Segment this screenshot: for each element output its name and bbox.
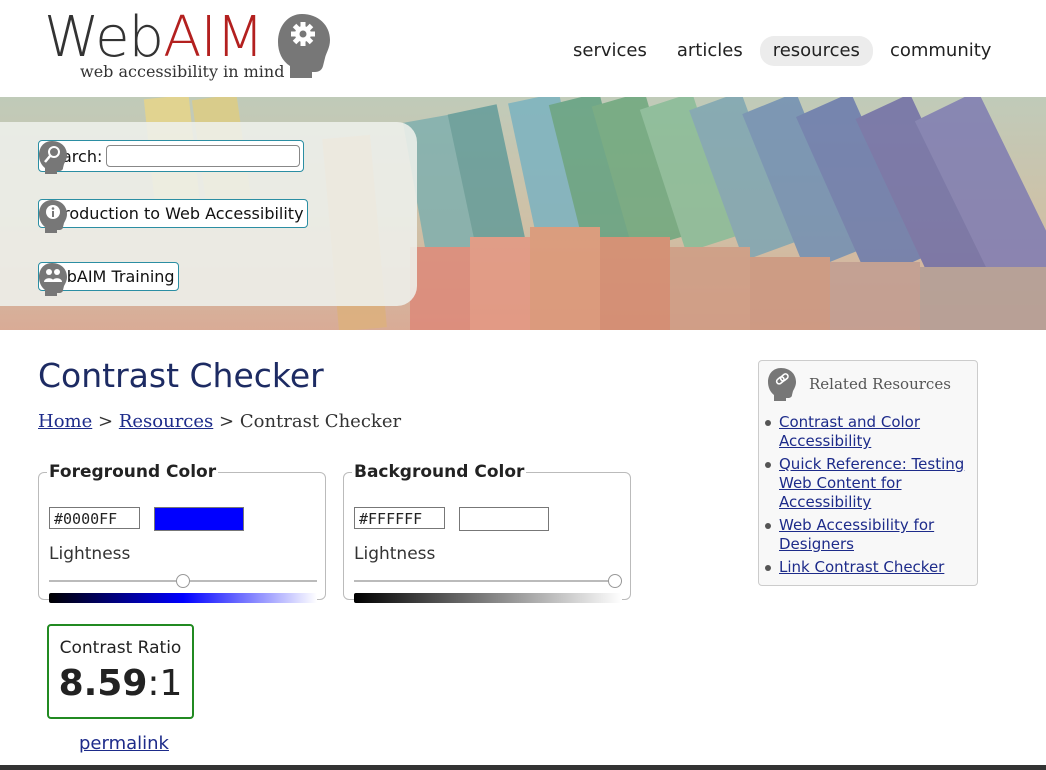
background-legend: Background Color [354,462,525,482]
related-link-contrast-color[interactable]: Contrast and Color Accessibility [779,413,920,450]
foreground-legend: Foreground Color [49,462,217,482]
foreground-lightness-slider[interactable] [176,574,190,588]
people-head-icon [39,263,67,296]
related-link-quick-reference[interactable]: Quick Reference: Testing Web Content for… [779,455,964,511]
quick-links-panel: Search: Introduction to Web Accessibilit… [0,122,417,306]
foreground-lightness-gradient [49,593,317,603]
related-link-link-contrast[interactable]: Link Contrast Checker [779,558,944,576]
background-color-picker[interactable] [459,507,549,531]
background-color-group: Background Color #FFFFFF Lightness [343,462,631,603]
contrast-ratio-value: 8.59:1 [58,663,183,704]
breadcrumb-separator: > [98,411,114,432]
gear-head-icon [278,14,330,78]
list-item: Quick Reference: Testing Web Content for… [763,455,971,512]
breadcrumb-resources[interactable]: Resources [119,411,213,432]
foreground-color-group: Foreground Color #0000FF Lightness [38,462,326,603]
search-row: Search: [38,140,305,174]
related-link-designers[interactable]: Web Accessibility for Designers [779,516,934,553]
related-resources-box: Related Resources Contrast and Color Acc… [758,360,978,586]
list-item: Contrast and Color Accessibility [763,413,971,451]
search-head-icon [39,141,67,174]
related-resources-header: Related Resources [767,367,951,401]
list-item: Link Contrast Checker [763,558,971,577]
background-lightness-track[interactable] [354,580,622,582]
contrast-ratio-box: Contrast Ratio 8.59:1 [47,624,194,719]
logo-tagline: web accessibility in mind [80,62,285,81]
training-row: WebAIM Training [38,262,179,296]
hero-banner: Search: Introduction to Web Accessibilit… [0,97,1046,330]
contrast-ratio-label: Contrast Ratio [59,638,182,658]
search-box: Search: [38,140,305,172]
webaim-logo[interactable]: WebAIM web accessibility in mind [44,8,334,88]
foreground-color-picker[interactable] [154,507,244,531]
link-head-icon [768,368,796,401]
search-input[interactable] [106,145,301,167]
logo-wordmark: WebAIM [44,5,264,70]
intro-row: Introduction to Web Accessibility [38,199,308,233]
nav-resources[interactable]: resources [759,36,873,66]
intro-link[interactable]: Introduction to Web Accessibility [38,199,308,228]
nav-services[interactable]: services [560,36,660,66]
foreground-lightness-label: Lightness [49,544,131,564]
nav-articles[interactable]: articles [664,36,756,66]
footer-divider [0,765,1046,770]
breadcrumb: Home > Resources > Contrast Checker [38,411,401,432]
foreground-hex-input[interactable]: #0000FF [49,507,140,529]
page-title: Contrast Checker [38,356,324,395]
breadcrumb-home[interactable]: Home [38,411,92,432]
related-resources-list: Contrast and Color Accessibility Quick R… [763,413,971,581]
related-resources-title: Related Resources [809,375,951,393]
permalink-link[interactable]: permalink [79,733,169,754]
breadcrumb-separator: > [219,411,235,432]
site-header: WebAIM web accessibility in mind service… [0,0,1046,97]
list-item: Web Accessibility for Designers [763,516,971,554]
main-nav: services articles resources community [560,36,1004,66]
background-lightness-gradient [354,593,622,603]
background-hex-input[interactable]: #FFFFFF [354,507,445,529]
background-lightness-slider[interactable] [608,574,622,588]
info-head-icon [39,200,67,233]
background-lightness-label: Lightness [354,544,436,564]
nav-community[interactable]: community [877,36,1005,66]
breadcrumb-current: Contrast Checker [239,411,402,432]
